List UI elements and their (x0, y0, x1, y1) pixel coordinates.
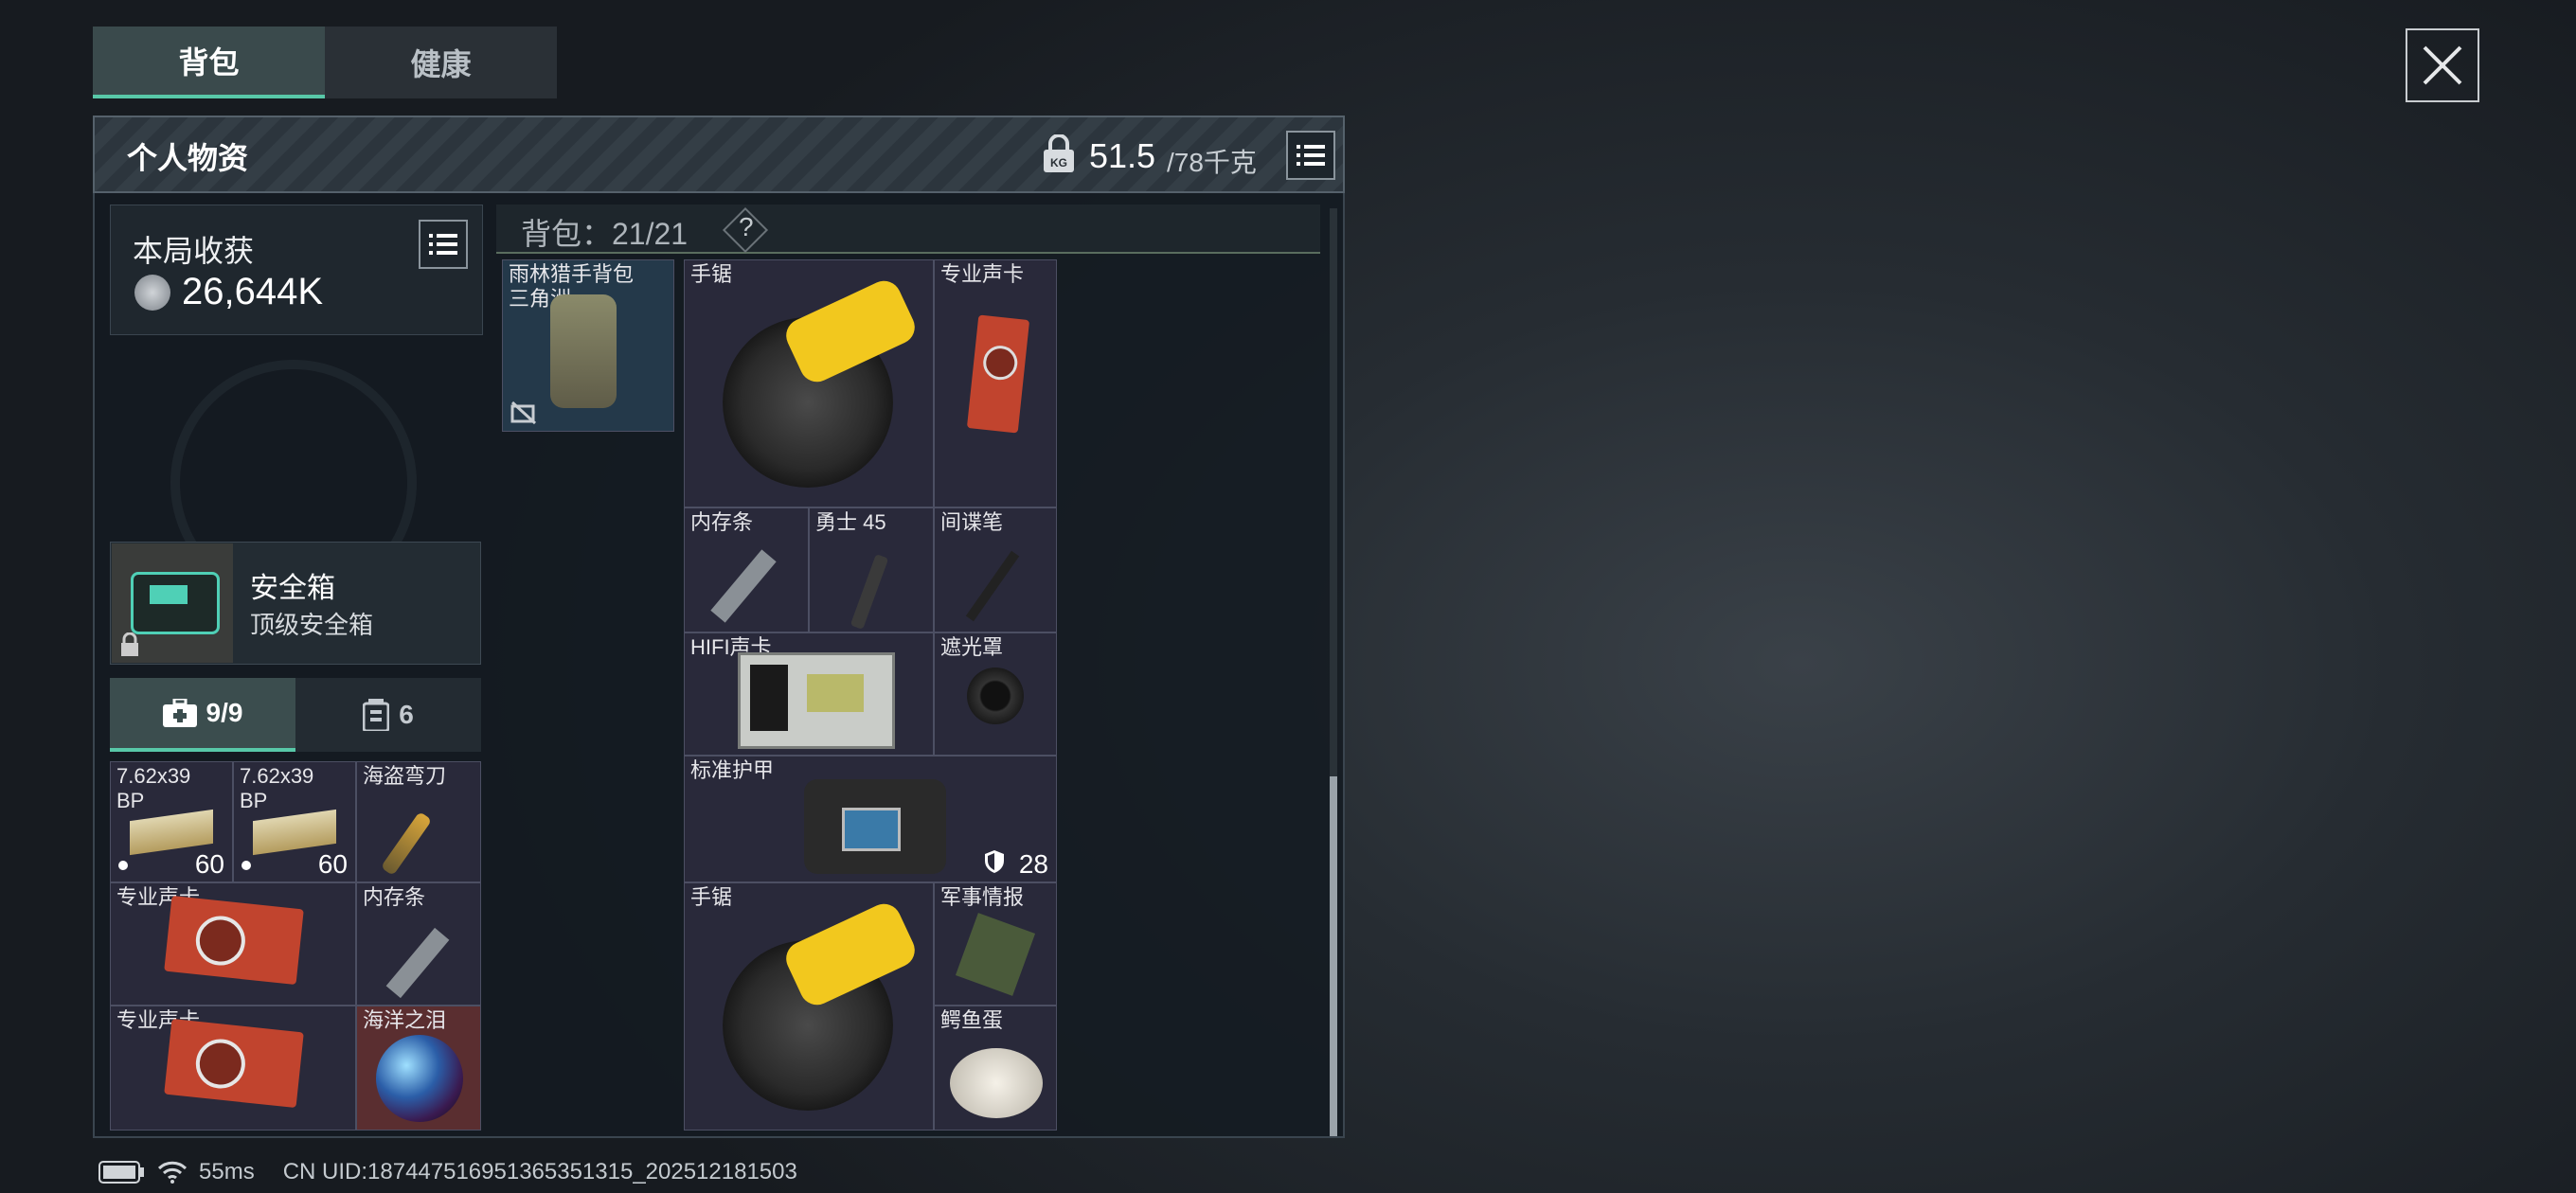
harvest-list-button[interactable] (419, 220, 468, 269)
item-label: 7.62x39 BP (116, 764, 191, 812)
item-label: 标准护甲 (690, 758, 775, 782)
list-icon (429, 234, 457, 255)
ram-image (710, 549, 777, 623)
safe-item-sound-card-1[interactable]: 专业声卡 (110, 882, 356, 1006)
panel-header (93, 116, 1345, 193)
ammo-box-image (130, 809, 213, 856)
safe-item-ram[interactable]: 内存条 (356, 882, 481, 1006)
backpack-capacity: 背包：21/21 (521, 217, 689, 251)
item-spy-pen[interactable]: 间谍笔 (934, 507, 1057, 632)
safe-item-ammo-1[interactable]: 7.62x39 BP 60 (110, 761, 233, 882)
tab-medkit[interactable]: 9/9 (110, 678, 295, 752)
item-count: 60 (194, 849, 224, 879)
lens-hood-image (967, 668, 1024, 724)
top-tabs: 背包 健康 (93, 27, 557, 98)
safe-item-sound-card-2[interactable]: 专业声卡 (110, 1006, 356, 1131)
harvest-title: 本局收获 (133, 234, 255, 268)
item-military-intel[interactable]: 军事情报 (934, 882, 1057, 1006)
safe-item-ocean-tear[interactable]: 海洋之泪 (356, 1006, 481, 1131)
item-label: 内存条 (363, 885, 426, 909)
ammo-box-icon (363, 699, 390, 731)
ammo-box-image (253, 809, 336, 856)
sound-card-image (164, 895, 304, 986)
item-label: 军事情报 (940, 885, 1025, 909)
item-hand-saw-2[interactable]: 手锯 (684, 882, 934, 1131)
weight-icon-text: KG (1050, 156, 1067, 169)
coin-icon (134, 275, 170, 311)
wifi-icon (157, 1161, 188, 1184)
lock-icon (119, 632, 140, 657)
sound-card-image (966, 314, 1030, 434)
ammo-count: 6 (399, 700, 414, 729)
item-warrior-45[interactable]: 勇士 45 (809, 507, 934, 632)
backpack-slot[interactable]: 雨林猎手背包 三角洲 (502, 259, 674, 432)
weight-current: 51.5 (1089, 136, 1156, 175)
weight-max: /78千克 (1167, 148, 1257, 177)
machete-image (380, 810, 433, 877)
item-label: 间谍笔 (940, 510, 1004, 534)
backpack-image (550, 294, 617, 408)
ammo-dot-icon (242, 861, 251, 870)
weight-lock-icon: KG (1042, 134, 1076, 174)
ping-text: 55ms (199, 1159, 255, 1184)
egg-image (950, 1048, 1043, 1118)
safebox-type: 顶级安全箱 (250, 611, 374, 639)
scrollbar-thumb[interactable] (1330, 776, 1337, 1136)
ammo-dot-icon (118, 861, 128, 870)
tab-health[interactable]: 健康 (325, 27, 557, 98)
shield-icon (985, 850, 1004, 873)
safebox-name: 安全箱 (250, 573, 335, 604)
safebox-tabs: 9/9 6 (110, 678, 481, 752)
item-label: 海盗弯刀 (363, 764, 447, 788)
item-label: 遮光罩 (940, 635, 1004, 659)
item-label: 手锯 (690, 885, 733, 909)
help-text: ? (739, 212, 754, 241)
item-ram[interactable]: 内存条 (684, 507, 809, 632)
item-label: 内存条 (690, 510, 754, 534)
intel-chip-image (955, 913, 1036, 996)
item-standard-armor[interactable]: 标准护甲 28 (684, 756, 1057, 882)
magazine-image (850, 554, 889, 630)
item-pro-sound-card[interactable]: 专业声卡 (934, 259, 1057, 507)
uid-text: CN UID:187447516951365351315_20251218150… (282, 1159, 797, 1184)
list-icon (1297, 145, 1325, 166)
medkit-count: 9/9 (206, 698, 243, 727)
safe-item-ammo-2[interactable]: 7.62x39 BP 60 (233, 761, 356, 882)
tab-ammo[interactable]: 6 (295, 678, 481, 752)
status-footer: 55ms CN UID:187447516951365351315_202512… (98, 1159, 797, 1185)
tab-backpack[interactable]: 背包 (93, 27, 325, 98)
no-insure-icon (510, 401, 537, 425)
item-label: 专业声卡 (940, 262, 1025, 286)
item-label: 手锯 (690, 262, 733, 286)
close-button[interactable] (2406, 28, 2479, 102)
safe-item-machete[interactable]: 海盗弯刀 (356, 761, 481, 882)
gem-image (376, 1035, 463, 1122)
pen-image (965, 550, 1020, 622)
harvest-value: 26,644K (182, 271, 324, 312)
medkit-icon (162, 699, 197, 727)
panel-title: 个人物资 (127, 141, 249, 175)
circuit-board-image (738, 652, 895, 749)
armor-durability: 28 (1018, 849, 1048, 879)
item-count: 60 (317, 849, 348, 879)
sort-list-button[interactable] (1286, 131, 1335, 180)
battery-icon (98, 1161, 144, 1184)
item-label: 7.62x39 BP (240, 764, 314, 812)
item-label: 勇士 45 (815, 510, 886, 534)
ram-image (385, 927, 450, 999)
item-label: 鳄鱼蛋 (940, 1008, 1004, 1032)
sound-card-image (164, 1018, 304, 1109)
item-lens-hood[interactable]: 遮光罩 (934, 632, 1057, 756)
item-hand-saw-1[interactable]: 手锯 (684, 259, 934, 507)
item-label: 海洋之泪 (363, 1008, 447, 1032)
armor-image (804, 779, 946, 874)
item-crocodile-egg[interactable]: 鳄鱼蛋 (934, 1006, 1057, 1131)
close-icon (2423, 45, 2462, 85)
item-hifi-sound-card[interactable]: HIFI声卡 (684, 632, 934, 756)
